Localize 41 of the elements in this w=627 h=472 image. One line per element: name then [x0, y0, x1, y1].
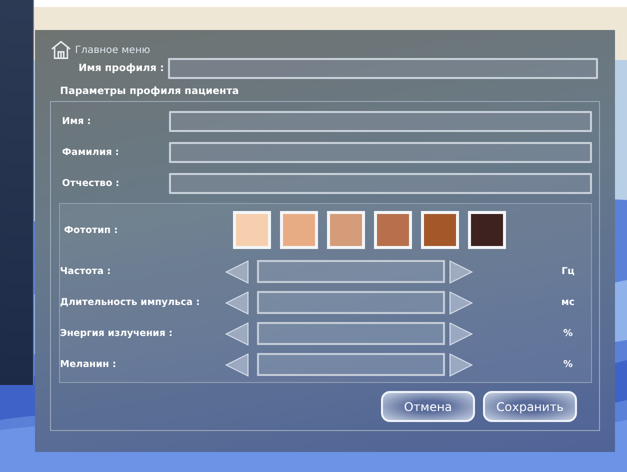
skin-tone-swatch[interactable] — [468, 211, 506, 249]
field-label: Имя : — [61, 116, 92, 127]
value-track[interactable] — [257, 291, 445, 314]
unit-label: Гц — [560, 266, 576, 277]
skin-tone-swatch[interactable] — [233, 211, 271, 249]
skin-tone-swatch[interactable] — [280, 211, 318, 249]
unit-label: % — [562, 328, 574, 339]
unit-label: % — [562, 359, 574, 370]
left-arrow-icon[interactable] — [225, 352, 249, 376]
left-arrow-icon[interactable] — [225, 290, 249, 314]
text-field[interactable] — [169, 142, 592, 163]
phototype-label: Фототип : — [63, 224, 119, 236]
value-track[interactable] — [257, 260, 445, 283]
field-label: Фамилия : — [61, 147, 120, 158]
value-track[interactable] — [257, 353, 445, 376]
main-menu-button[interactable]: Главное меню — [50, 39, 150, 61]
text-field[interactable] — [169, 111, 592, 132]
parameter-label: Длительность импульса : — [60, 297, 201, 308]
save-button[interactable]: Сохранить — [483, 391, 577, 422]
skin-tone-swatch[interactable] — [374, 211, 412, 249]
value-track[interactable] — [257, 322, 445, 345]
house-icon — [50, 39, 72, 61]
main-menu-label[interactable]: Главное меню — [75, 44, 150, 56]
right-arrow-icon[interactable] — [449, 352, 473, 376]
skin-tone-swatch[interactable] — [327, 211, 365, 249]
text-field[interactable] — [169, 173, 592, 194]
parameter-label: Частота : — [60, 266, 112, 277]
right-arrow-icon[interactable] — [449, 322, 473, 346]
right-arrow-icon[interactable] — [449, 290, 473, 314]
cancel-button[interactable]: Отмена — [381, 391, 475, 422]
left-arrow-icon[interactable] — [225, 260, 249, 284]
unit-label: мс — [560, 297, 576, 308]
field-label: Отчество : — [61, 178, 120, 189]
left-arrow-icon[interactable] — [225, 322, 249, 346]
section-title: Параметры профиля пациента — [60, 86, 240, 97]
right-arrow-icon[interactable] — [449, 260, 473, 284]
profile-name-field[interactable] — [168, 58, 598, 79]
profile-name-label: Имя профиля : — [77, 63, 165, 74]
parameter-label: Энергия излучения : — [60, 328, 174, 339]
parameter-label: Меланин : — [60, 359, 118, 370]
skin-tone-swatch[interactable] — [421, 211, 459, 249]
